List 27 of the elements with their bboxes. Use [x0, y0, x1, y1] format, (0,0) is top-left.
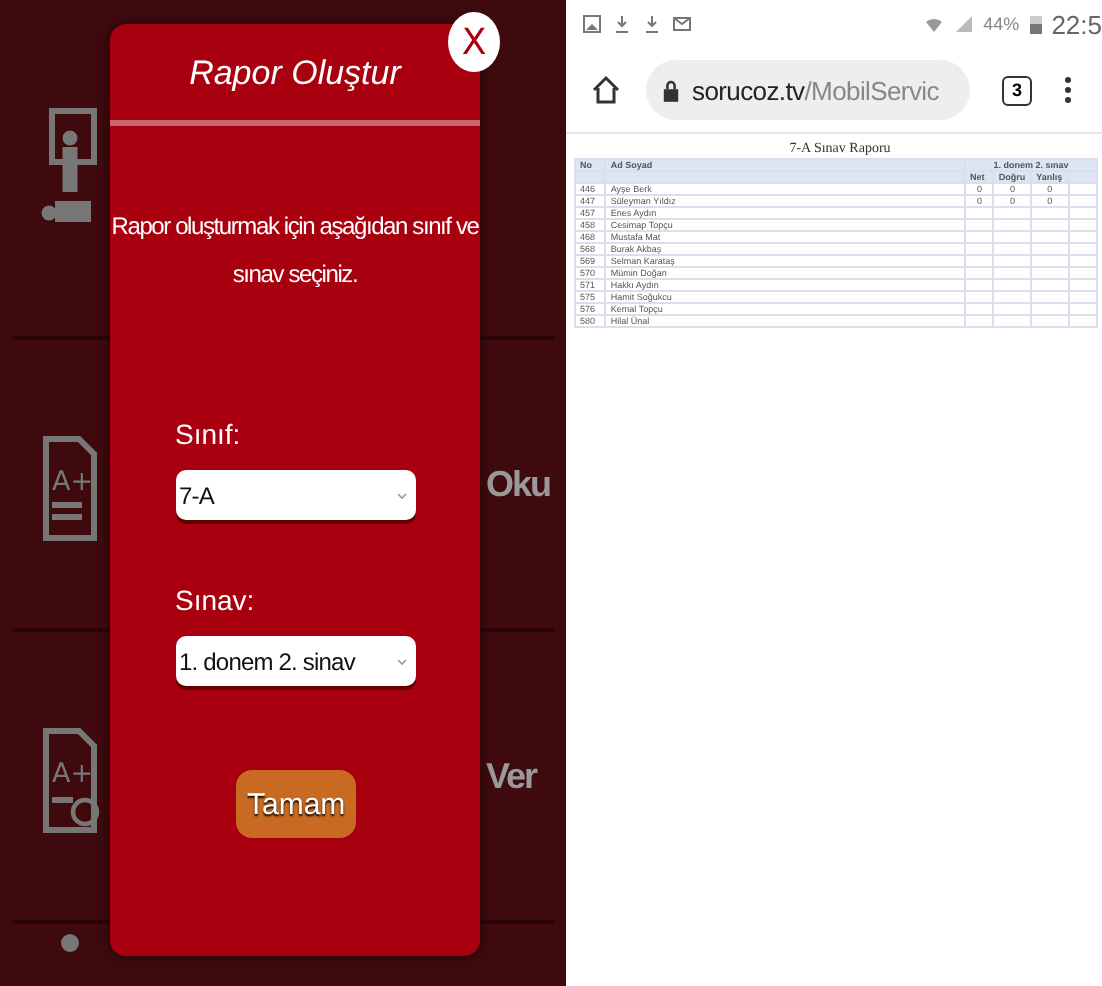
lock-icon: [662, 79, 680, 101]
url-text: sorucoz.tv/MobilServic: [692, 75, 939, 105]
tab-count-button[interactable]: 3: [1002, 75, 1032, 105]
battery-percent: 44%: [983, 14, 1020, 34]
caret-icon: [395, 491, 407, 499]
menu-label: Oku: [486, 463, 553, 505]
menu-label: Ver: [486, 755, 540, 797]
teacher-board-icon: [40, 108, 100, 228]
select-field[interactable]: 1. donem 2. sinav: [175, 636, 415, 686]
wifi-icon: [923, 14, 944, 34]
mail-icon: [672, 14, 692, 34]
field-label: Sınıf:: [175, 418, 243, 450]
field-label: Sınav:: [175, 584, 257, 616]
image-icon: [582, 14, 602, 34]
close-button[interactable]: X: [448, 12, 500, 72]
battery-icon: [1029, 14, 1042, 34]
signal-icon: [953, 14, 974, 34]
address-field[interactable]: sorucoz.tv/MobilServic: [646, 60, 970, 120]
status-time: 22:5: [1051, 9, 1102, 39]
home-icon[interactable]: [590, 74, 622, 106]
download-icon: [642, 14, 662, 34]
dialog-message: Rapor oluşturmak için aşağıdan sınıf ve sınav seçiniz.: [109, 210, 481, 292]
download-icon: [612, 14, 632, 34]
menu-icon[interactable]: [1064, 74, 1072, 106]
ok-button[interactable]: Tamam: [235, 770, 355, 838]
caret-icon: [395, 657, 407, 665]
select-field[interactable]: 7-A: [175, 470, 415, 520]
